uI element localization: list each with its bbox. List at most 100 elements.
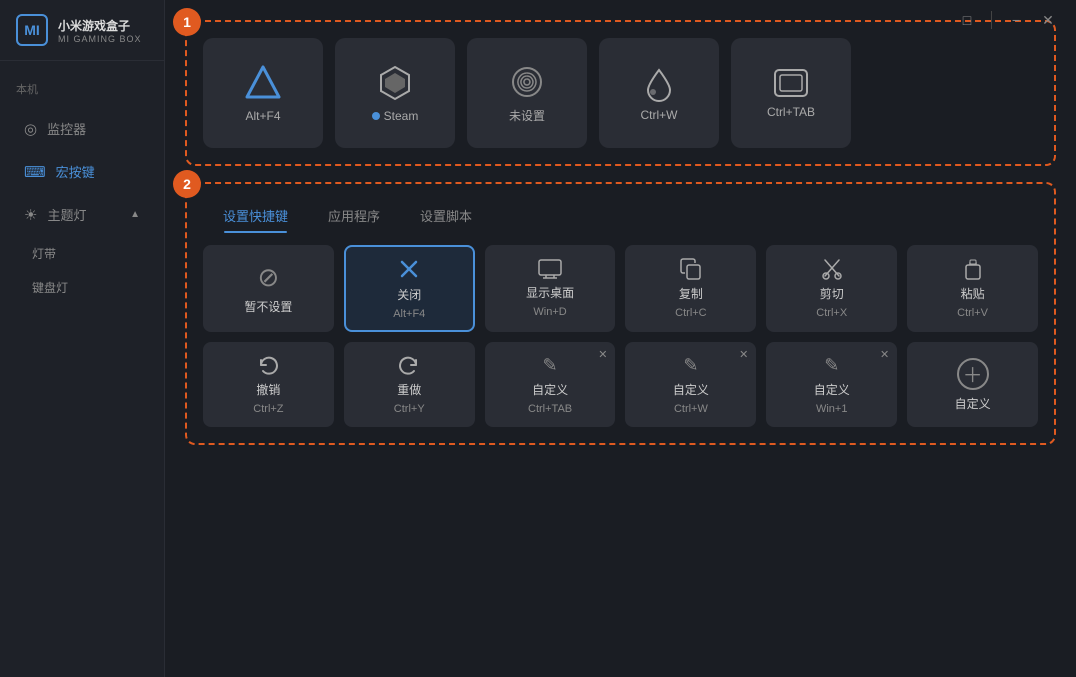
steam-status-dot — [372, 112, 380, 120]
key-cards-row: Alt+F4 Steam — [203, 38, 1038, 148]
sidebar-item-macro-label: 宏按键 — [56, 162, 95, 181]
cut-sub: Ctrl+X — [816, 307, 847, 319]
close-sub: Alt+F4 — [393, 308, 425, 320]
steam-icon — [375, 63, 415, 103]
section-1-badge: 1 — [173, 8, 201, 36]
close-button[interactable]: ✕ — [1036, 8, 1060, 32]
app-logo: MI 小米游戏盒子 MI GAMING BOX — [0, 0, 164, 61]
paste-title: 粘贴 — [961, 285, 985, 302]
rect-icon — [772, 67, 810, 99]
key-card-alt-f4-label: Alt+F4 — [245, 109, 280, 123]
action-no-set[interactable]: ⊘ 暂不设置 — [203, 245, 334, 332]
theme-sub-items: 灯带 键盘灯 — [0, 236, 164, 305]
theme-icon: ☀ — [24, 206, 37, 224]
action-add-custom[interactable]: ＋ 自定义 — [907, 342, 1038, 427]
no-set-title: 暂不设置 — [244, 298, 292, 315]
monitor-icon: ◎ — [24, 120, 37, 138]
key-card-ctrl-tab-label: Ctrl+TAB — [767, 105, 815, 119]
action-custom1[interactable]: ✕ ✎ 自定义 Ctrl+TAB — [485, 342, 616, 427]
add-custom-title: 自定义 — [955, 395, 991, 412]
key-card-ctrl-tab[interactable]: Ctrl+TAB — [731, 38, 851, 148]
action-cut[interactable]: 剪切 Ctrl+X — [766, 245, 897, 332]
action-close[interactable]: 关闭 Alt+F4 — [344, 245, 475, 332]
copy-icon — [680, 258, 702, 280]
custom1-close[interactable]: ✕ — [598, 348, 607, 361]
no-set-icon: ⊘ — [258, 262, 280, 293]
desktop-icon — [538, 259, 562, 279]
undo-title: 撤销 — [256, 381, 280, 398]
desktop-title: 显示桌面 — [526, 284, 574, 301]
custom2-close[interactable]: ✕ — [739, 348, 748, 361]
drop-icon — [640, 64, 678, 102]
custom1-sub: Ctrl+TAB — [528, 403, 572, 415]
minimize-button[interactable]: − — [1004, 8, 1028, 32]
steam-label-wrap: Steam — [372, 109, 419, 123]
key-card-unset-label: 未设置 — [509, 107, 545, 124]
redo-title: 重做 — [397, 381, 421, 398]
section-1: 1 Alt+F4 Steam — [185, 20, 1056, 166]
custom2-sub: Ctrl+W — [674, 403, 708, 415]
maximize-button[interactable]: □ — [955, 8, 979, 32]
sidebar-sub-strip[interactable]: 灯带 — [16, 237, 164, 270]
sidebar-item-macro[interactable]: ⌨ 宏按键 — [8, 152, 156, 191]
action-custom2[interactable]: ✕ ✎ 自定义 Ctrl+W — [625, 342, 756, 427]
action-grid-row1: ⊘ 暂不设置 关闭 Alt+F4 显示桌面 — [203, 245, 1038, 332]
action-undo[interactable]: 撤销 Ctrl+Z — [203, 342, 334, 427]
paste-icon — [962, 258, 984, 280]
section-2: 2 设置快捷键 应用程序 设置脚本 ⊘ 暂不设置 — [185, 182, 1056, 445]
logo-icon: MI — [16, 14, 48, 46]
app-title: 小米游戏盒子 — [58, 17, 142, 34]
action-desktop[interactable]: 显示桌面 Win+D — [485, 245, 616, 332]
custom3-title: 自定义 — [814, 381, 850, 398]
custom1-title: 自定义 — [532, 381, 568, 398]
undo-icon — [257, 354, 279, 376]
tab-bar: 设置快捷键 应用程序 设置脚本 — [203, 200, 1038, 231]
tab-scripts[interactable]: 设置脚本 — [400, 200, 492, 231]
sidebar-section-label: 本机 — [0, 77, 164, 107]
steam-svg — [377, 65, 413, 101]
key-card-alt-f4[interactable]: Alt+F4 — [203, 38, 323, 148]
close-title: 关闭 — [397, 286, 421, 303]
logo-text: 小米游戏盒子 MI GAMING BOX — [58, 17, 142, 44]
custom2-title: 自定义 — [673, 381, 709, 398]
sidebar-item-monitor[interactable]: ◎ 监控器 — [8, 109, 156, 148]
sidebar-sub-keyboard[interactable]: 键盘灯 — [16, 271, 164, 304]
copy-title: 复制 — [679, 285, 703, 302]
cut-title: 剪切 — [820, 285, 844, 302]
add-custom-icon: ＋ — [957, 358, 989, 390]
key-card-ctrl-w[interactable]: Ctrl+W — [599, 38, 719, 148]
custom1-icon: ✎ — [543, 355, 558, 376]
sidebar: MI 小米游戏盒子 MI GAMING BOX 本机 ◎ 监控器 ⌨ 宏按键 ☀… — [0, 0, 165, 677]
custom3-sub: Win+1 — [816, 403, 848, 415]
key-card-steam-label: Steam — [384, 109, 419, 123]
copy-sub: Ctrl+C — [675, 307, 706, 319]
custom3-close[interactable]: ✕ — [880, 348, 889, 361]
key-card-unset[interactable]: 未设置 — [467, 38, 587, 148]
sidebar-item-monitor-label: 监控器 — [47, 119, 86, 138]
cut-icon — [821, 258, 843, 280]
action-copy[interactable]: 复制 Ctrl+C — [625, 245, 756, 332]
titlebar-separator — [991, 11, 992, 29]
tab-shortcuts[interactable]: 设置快捷键 — [203, 200, 308, 231]
close-action-icon — [397, 257, 421, 281]
redo-icon — [398, 354, 420, 376]
macro-icon: ⌨ — [24, 163, 46, 181]
key-card-steam[interactable]: Steam — [335, 38, 455, 148]
spiral-icon — [508, 63, 546, 101]
key-card-ctrl-w-label: Ctrl+W — [641, 108, 678, 122]
main-content: 1 Alt+F4 Steam — [165, 0, 1076, 677]
custom3-icon: ✎ — [824, 355, 839, 376]
action-paste[interactable]: 粘贴 Ctrl+V — [907, 245, 1038, 332]
tab-apps[interactable]: 应用程序 — [308, 200, 400, 231]
chevron-up-icon: ▲ — [130, 209, 140, 220]
sidebar-item-theme[interactable]: ☀ 主题灯 ▲ — [8, 195, 156, 234]
desktop-sub: Win+D — [533, 306, 566, 318]
titlebar: □ − ✕ — [939, 0, 1076, 40]
section-2-badge: 2 — [173, 170, 201, 198]
sidebar-item-theme-label: 主题灯 — [47, 205, 86, 224]
custom2-icon: ✎ — [683, 355, 698, 376]
undo-sub: Ctrl+Z — [253, 403, 283, 415]
action-custom3[interactable]: ✕ ✎ 自定义 Win+1 — [766, 342, 897, 427]
action-redo[interactable]: 重做 Ctrl+Y — [344, 342, 475, 427]
app-subtitle: MI GAMING BOX — [58, 34, 142, 44]
